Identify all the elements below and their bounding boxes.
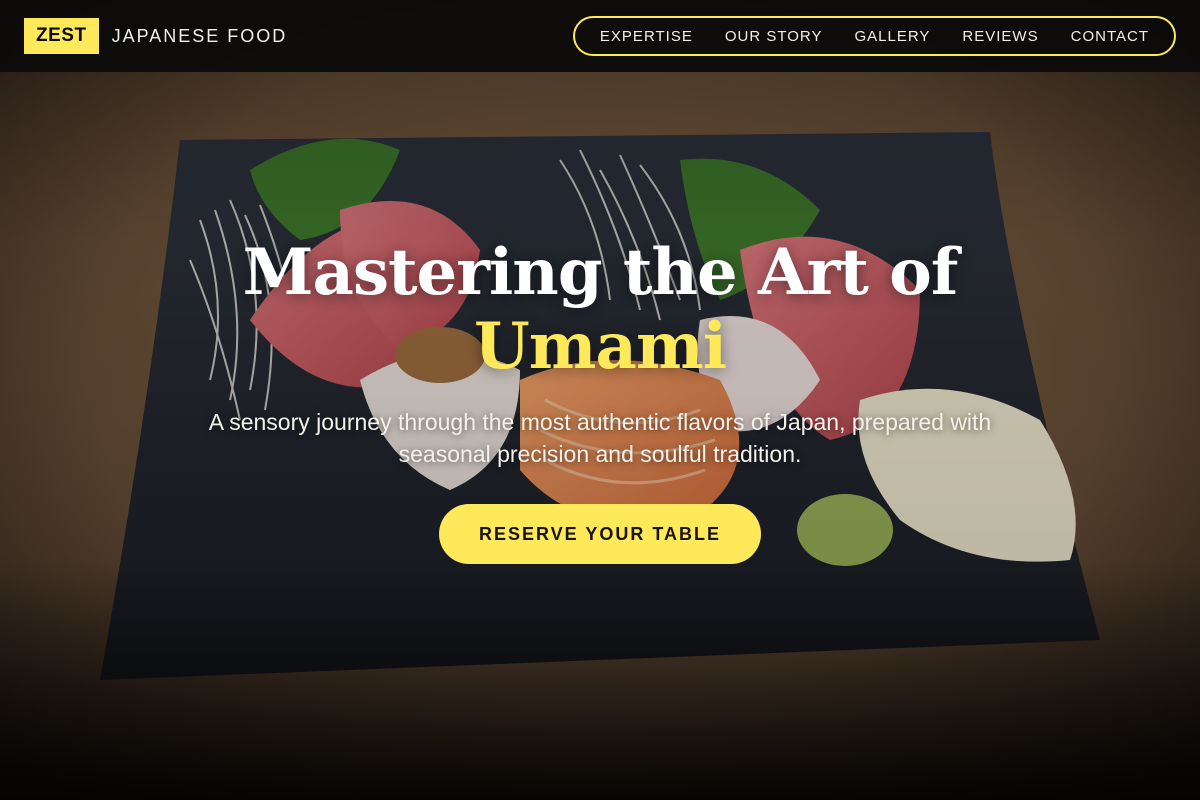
hero-headline-accent: Umami — [473, 309, 727, 384]
hero-headline: Mastering the Art of Umami — [0, 236, 1200, 384]
nav-link-gallery[interactable]: GALLERY — [854, 28, 930, 45]
hero-subhead: A sensory journey through the most authe… — [208, 409, 992, 467]
main-nav: EXPERTISE OUR STORY GALLERY REVIEWS CONT… — [572, 16, 1176, 56]
reserve-table-button[interactable]: RESERVE YOUR TABLE — [438, 504, 762, 564]
top-navbar: ZEST JAPANESE FOOD EXPERTISE OUR STORY G… — [0, 0, 1200, 72]
nav-link-reviews[interactable]: REVIEWS — [962, 28, 1038, 45]
hero-content: Mastering the Art of Umami A sensory jou… — [0, 236, 1200, 564]
brand-badge: ZEST — [24, 18, 99, 54]
nav-link-contact[interactable]: CONTACT — [1071, 28, 1149, 45]
nav-link-expertise[interactable]: EXPERTISE — [600, 28, 693, 45]
hero-headline-line1: Mastering the Art of — [242, 235, 959, 310]
brand-logo-link[interactable]: ZEST JAPANESE FOOD — [24, 18, 287, 54]
brand-name: JAPANESE FOOD — [111, 25, 288, 46]
nav-link-our-story[interactable]: OUR STORY — [725, 28, 823, 45]
